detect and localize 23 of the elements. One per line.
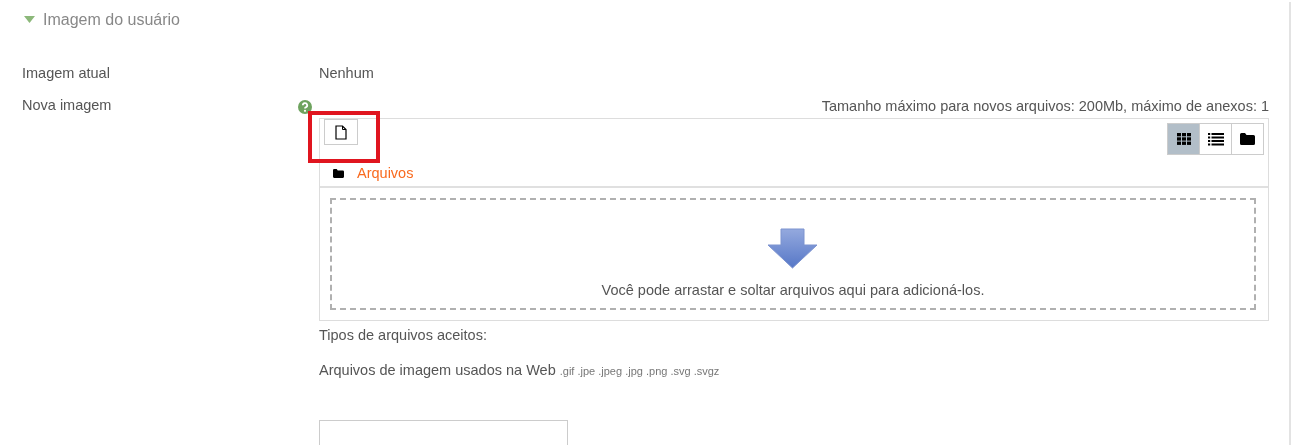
down-arrow-icon xyxy=(766,228,820,270)
grid-icon xyxy=(1176,133,1191,145)
folder-icon xyxy=(333,168,344,178)
field-label: Nova imagem xyxy=(22,97,112,113)
list-icon xyxy=(1207,132,1224,146)
field-value: Nenhum xyxy=(319,65,374,81)
add-file-button[interactable] xyxy=(324,119,358,145)
drop-zone[interactable]: Você pode arrastar e soltar arquivos aqui para adicioná-los. xyxy=(330,198,1256,310)
help-icon[interactable] xyxy=(298,100,312,114)
input-field[interactable] xyxy=(319,420,568,445)
folder-icon xyxy=(1240,133,1255,145)
file-icon xyxy=(335,124,347,140)
view-button[interactable] xyxy=(1167,123,1200,155)
view-button[interactable] xyxy=(1231,123,1264,155)
accepted-types-title: Tipos de arquivos aceitos: xyxy=(319,327,487,343)
file-type-name: Arquivos de imagem usados na Web xyxy=(319,362,556,378)
section-title[interactable]: Imagem do usuário xyxy=(43,11,180,29)
view-button[interactable] xyxy=(1199,123,1232,155)
field-label: Imagem atual xyxy=(22,65,110,81)
file-extensions: .gif .jpe .jpeg .jpg .png .svg .svgz xyxy=(559,365,720,377)
limits-text: Tamanho máximo para novos arquivos: 200Mb, máximo de anexos: 1 xyxy=(821,98,1269,114)
drop-hint: Você pode arrastar e soltar arquivos aqui para adicioná-los. xyxy=(601,282,985,298)
path-link[interactable]: Arquivos xyxy=(357,165,414,181)
